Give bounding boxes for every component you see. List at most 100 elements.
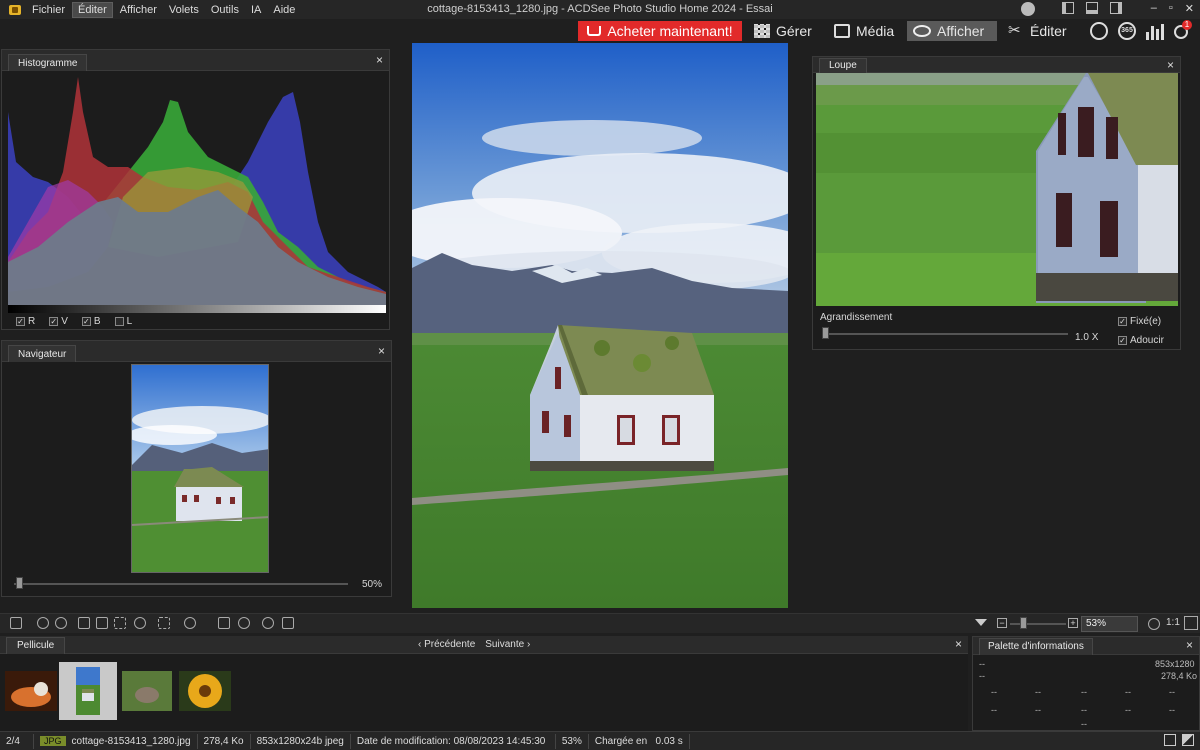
select-tool-icon[interactable] [114,617,126,629]
account-icon[interactable] [1021,2,1035,16]
loupe-magnification-label: Agrandissement [820,312,893,323]
manage-mode-button[interactable]: Gérer [748,21,818,41]
zoom-field[interactable]: 53% [1081,616,1138,632]
notification-badge: 1 [1182,20,1192,30]
channel-b-checkbox[interactable]: ✓ B [81,316,101,327]
previous-icon[interactable] [262,617,274,629]
loupe-smooth-checkbox[interactable]: ✓ Adoucir [1118,335,1164,346]
status-modified-date: Date de modification: 08/08/2023 14:45:3… [351,733,556,749]
thumbnail-mouse[interactable] [122,671,172,711]
minimize-button[interactable]: – [1151,2,1157,15]
navigator-tab[interactable]: Navigateur [8,345,77,362]
info-dimensions: 853x1280 [1155,659,1195,669]
info-palette-close-button[interactable]: × [1186,638,1193,652]
community-icon[interactable] [1090,22,1108,40]
restore-button[interactable]: ▫ [1169,2,1173,15]
loupe-magnification-value: 1.0 X [1075,332,1099,343]
jpg-format-badge: JPG [40,735,66,746]
fullscreen-icon[interactable] [1184,616,1198,630]
thumbnail-cottage-selected[interactable] [59,662,117,720]
info-palette-panel: Palette d'informations × -- 853x1280 -- … [972,636,1200,731]
compare-icon[interactable] [282,617,294,629]
histogram-close-button[interactable]: × [376,53,383,67]
adjust-sliders-icon[interactable] [218,617,230,629]
magnifier-icon[interactable] [1148,618,1160,630]
navigator-close-button[interactable]: × [378,344,385,358]
status-zoom: 53% [556,733,589,749]
buy-now-button[interactable]: Acheter maintenant! [578,21,742,41]
save-icon[interactable] [10,617,22,629]
channel-r-checkbox[interactable]: ✓ R [16,316,35,327]
channel-v-checkbox[interactable]: ✓ V [49,316,68,327]
navigator-zoom-track[interactable] [14,583,348,585]
menu-aide[interactable]: Aide [268,3,300,17]
filmstrip-close-button[interactable]: × [955,637,962,651]
loupe-magnification-knob[interactable] [822,327,829,339]
previous-image-button[interactable]: ‹ Précédente [418,639,475,650]
settings-gear-icon[interactable] [184,617,196,629]
status-contrast-icon[interactable] [1182,734,1194,746]
viewer-toolbar: − + 53% 1:1 [0,613,1200,633]
filmstrip-tab[interactable]: Pellicule [6,637,66,654]
menu-outils[interactable]: Outils [206,3,244,17]
media-mode-button[interactable]: Média [828,21,900,41]
menu-editer[interactable]: Éditer [72,1,113,18]
dropdown-arrow-icon[interactable] [975,619,987,626]
zoom-in-icon[interactable]: + [1068,618,1078,628]
zoom-slider-track[interactable] [1010,623,1066,625]
info-palette-tab[interactable]: Palette d'informations [979,638,1093,655]
menu-ia[interactable]: IA [246,3,266,17]
next-image-button[interactable]: Suivante › [485,639,530,650]
histogram-tab[interactable]: Histogramme [8,54,88,71]
rotate-left-icon[interactable] [37,617,49,629]
loupe-panel: Loupe × Agrandissement 1.0 X ✓ Fixé(e) ✓ A… [812,56,1181,350]
zoom-out-icon[interactable]: − [997,618,1007,628]
info-filesize: 278,4 Ko [1161,671,1198,681]
menu-volets[interactable]: Volets [164,3,204,17]
filmstrip-navigation: ‹ Précédente Suivante › [418,639,530,650]
channel-l-checkbox[interactable]: L [114,316,132,327]
thumbnail-flower[interactable] [179,671,231,711]
status-layout-icon[interactable] [1164,734,1176,746]
rotate-right-icon[interactable] [55,617,67,629]
mode-bar: Acheter maintenant! Gérer Média Afficher… [0,19,1200,43]
menu-fichier[interactable]: Fichier [27,3,70,17]
loupe-fixed-checkbox[interactable]: ✓ Fixé(e) [1118,316,1161,327]
app-logo-icon [9,4,21,15]
notifications-icon[interactable]: 1 [1174,20,1194,40]
main-photo-viewer[interactable] [412,43,788,608]
histogram-header: Histogramme × [2,50,389,71]
actual-size-button[interactable]: 1:1 [1166,617,1180,628]
navigator-preview-image [132,365,268,572]
zoom-tool-icon[interactable] [134,617,146,629]
window-controls: – ▫ ✕ [1151,2,1194,15]
crop-icon[interactable] [78,617,90,629]
edit-mode-button[interactable]: ✂ Éditer [1002,21,1073,41]
exposure-icon[interactable] [238,617,250,629]
hand-tool-icon[interactable] [96,617,108,629]
right-panel-toggle-icon[interactable] [1110,2,1122,14]
status-load-time: Chargée en 0.03 s [589,733,690,749]
thumbnail-cat[interactable] [5,671,57,711]
zoom-slider-knob[interactable] [1020,617,1027,629]
histogram-channel-toggles: ✓ R ✓ V ✓ B L [16,316,132,327]
fit-screen-icon[interactable] [158,617,170,629]
bottom-panel-toggle-icon[interactable] [1086,2,1098,14]
status-dimensions: 853x1280x24b jpeg [251,733,351,749]
grid-icon [754,24,770,38]
status-file: JPG cottage-8153413_1280.jpg [34,733,198,749]
menu-afficher[interactable]: Afficher [115,3,162,17]
acdsee-365-icon[interactable]: 365 [1118,22,1136,40]
loupe-close-button[interactable]: × [1167,58,1174,72]
status-position: 2/4 [0,733,34,749]
close-window-button[interactable]: ✕ [1185,2,1194,15]
loupe-magnification-track[interactable] [822,333,1068,335]
left-panel-toggle-icon[interactable] [1062,2,1074,14]
view-mode-button[interactable]: Afficher [907,21,997,41]
navigator-thumbnail[interactable] [131,364,269,573]
filmstrip-panel: Pellicule ‹ Précédente Suivante › × [0,636,968,731]
navigator-zoom-knob[interactable] [16,577,23,589]
eye-icon [913,25,931,37]
loupe-tab[interactable]: Loupe [819,58,867,73]
dashboard-icon[interactable] [1146,22,1164,40]
